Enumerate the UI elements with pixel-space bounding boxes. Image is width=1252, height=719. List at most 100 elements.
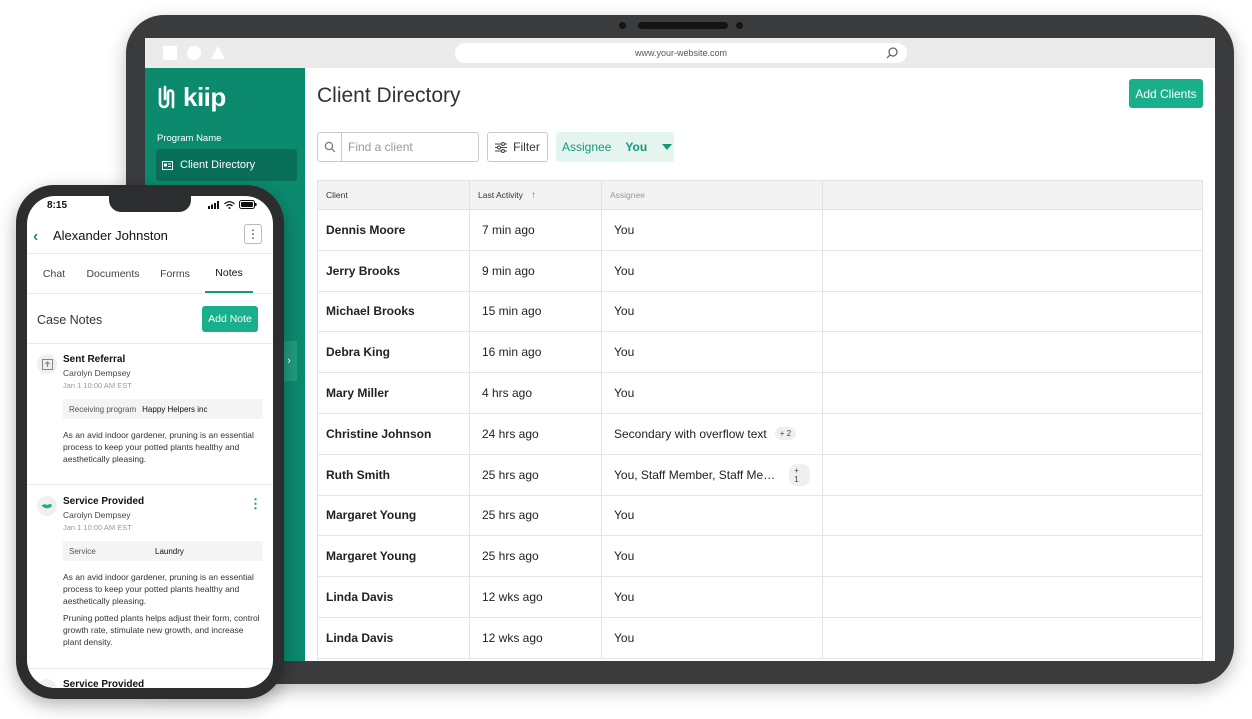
phone-tabs: Chat Documents Forms Notes (27, 254, 273, 294)
empty-cell (823, 455, 1202, 495)
phone-notch (109, 196, 191, 212)
overflow-count-badge[interactable]: + 2 (774, 427, 797, 441)
last-activity-cell: 12 wks ago (470, 617, 602, 658)
client-name-cell[interactable]: Linda Davis (318, 617, 470, 658)
table-row[interactable]: Margaret Young 25 hrs ago You (318, 536, 1202, 578)
empty-cell (823, 251, 1202, 291)
filter-button[interactable]: Filter (487, 132, 548, 162)
tab-chat[interactable]: Chat (27, 254, 81, 293)
note-title: Service Provided (63, 679, 145, 688)
column-header-last-activity[interactable]: Last Activity ↑ (470, 181, 602, 209)
tab-forms[interactable]: Forms (145, 254, 205, 293)
table-row[interactable]: Ruth Smith 25 hrs ago You, Staff Member, S… (318, 454, 1202, 496)
table-header: Client Last Activity ↑ Assignee (318, 181, 1202, 210)
referral-icon (37, 354, 57, 374)
tablet-camera (619, 22, 626, 29)
divider (27, 343, 273, 344)
assignee-text: You (614, 304, 635, 319)
case-notes-title: Case Notes (37, 313, 103, 327)
table-row[interactable]: Dennis Moore 7 min ago You (318, 210, 1202, 251)
last-activity-cell: 25 hrs ago (470, 495, 602, 536)
client-name-cell[interactable]: Margaret Young (318, 495, 470, 536)
tab-notes[interactable]: Notes (205, 254, 253, 293)
empty-cell (823, 577, 1202, 617)
column-header-label: Client (326, 190, 348, 200)
last-activity-cell: 16 min ago (470, 332, 602, 373)
filter-label: Filter (513, 140, 540, 154)
status-time: 8:15 (47, 200, 68, 211)
client-name-cell[interactable]: Christine Johnson (318, 413, 470, 454)
overflow-count-badge[interactable]: + 1 (789, 463, 810, 486)
table-row[interactable]: Debra King 16 min ago You (318, 332, 1202, 374)
browser-bar: www.your-website.com (145, 38, 1215, 68)
table-row[interactable]: Mary Miller 4 hrs ago You (318, 373, 1202, 414)
assignee-text: Secondary with overflow text (614, 426, 767, 441)
tablet-screen: www.your-website.com kiip Program Name C… (145, 38, 1215, 661)
more-options-button[interactable]: ⋮ (244, 224, 262, 244)
sidebar-item-label: Client Directory (180, 159, 256, 171)
note-body: As an avid indoor gardener, pruning is a… (63, 430, 254, 464)
client-name-cell[interactable]: Jerry Brooks (318, 250, 470, 291)
client-name-cell[interactable]: Mary Miller (318, 373, 470, 413)
client-name-cell[interactable]: Dennis Moore (318, 210, 470, 250)
empty-cell (823, 496, 1202, 536)
assignee-text: You (614, 508, 635, 523)
column-header-label: Assignee (610, 190, 645, 200)
note-more-options-icon[interactable]: ⋮ (249, 496, 262, 512)
client-name-cell[interactable]: Debra King (318, 332, 470, 373)
main-content: Client Directory Add Clients Find a clie… (305, 68, 1215, 661)
assignee-text: You, Staff Member, Staff Member (614, 467, 782, 482)
assignee-value: You (625, 140, 648, 154)
client-name-cell[interactable]: Michael Brooks (318, 291, 470, 332)
assignee-text: You (614, 630, 635, 645)
tab-documents[interactable]: Documents (81, 254, 145, 293)
table-row[interactable]: Michael Brooks 15 min ago You (318, 291, 1202, 333)
page-title: Client Directory (317, 84, 461, 107)
tablet-device: www.your-website.com kiip Program Name C… (126, 15, 1234, 684)
table-row[interactable]: Christine Johnson 24 hrs ago Secondary wit… (318, 413, 1202, 455)
window-triangle-icon[interactable] (211, 46, 225, 59)
client-name-cell[interactable]: Ruth Smith (318, 454, 470, 495)
assignee-cell: You, Staff Member, Staff Member + 1 (602, 454, 823, 495)
client-name-cell[interactable]: Linda Davis (318, 577, 470, 617)
note-date: Jan 1 10:00 AM EST (63, 381, 132, 390)
table-row[interactable]: Linda Davis 12 wks ago You (318, 577, 1202, 618)
chevron-left-icon[interactable]: ‹ (33, 228, 38, 246)
column-header-client[interactable]: Client (318, 181, 470, 209)
table-row[interactable]: Jerry Brooks 9 min ago You (318, 250, 1202, 292)
last-activity-cell: 7 min ago (470, 210, 602, 250)
note-field-value: Happy Helpers inc (142, 404, 208, 414)
note-title: Service Provided (63, 496, 145, 507)
empty-cell (823, 292, 1202, 332)
note-author: Carolyn Dempsey (63, 368, 131, 378)
phone-header: ‹ Alexander Johnston ⋮ (27, 220, 273, 254)
column-header-label: Last Activity (478, 190, 523, 200)
window-square-icon[interactable] (163, 46, 177, 60)
url-text: www.your-website.com (634, 48, 728, 58)
column-header-assignee[interactable]: Assignee (602, 181, 823, 209)
note-field: Service Laundry (63, 541, 263, 561)
add-note-button[interactable]: Add Note (202, 306, 258, 332)
assignee-dropdown[interactable]: Assignee You (556, 132, 674, 162)
table-row[interactable]: Margaret Young 25 hrs ago You (318, 495, 1202, 537)
sliders-icon (495, 141, 508, 153)
last-activity-cell: 9 min ago (470, 250, 602, 291)
add-clients-button[interactable]: Add Clients (1129, 79, 1203, 108)
sidebar-item-client-directory[interactable]: Client Directory (156, 149, 297, 181)
search-icon[interactable] (885, 46, 899, 60)
window-circle-icon[interactable] (187, 46, 201, 60)
sort-ascending-icon: ↑ (530, 189, 536, 201)
url-bar[interactable]: www.your-website.com (455, 43, 907, 63)
assignee-cell: Secondary with overflow text + 2 (602, 413, 823, 454)
search-input[interactable]: Find a client (317, 132, 479, 162)
last-activity-cell: 4 hrs ago (470, 373, 602, 413)
empty-cell (823, 332, 1202, 372)
note-field-label: Receiving program (69, 404, 137, 414)
tablet-speaker (638, 22, 728, 29)
table-row[interactable]: Linda Davis 12 wks ago You (318, 617, 1202, 659)
last-activity-cell: 25 hrs ago (470, 536, 602, 577)
client-name-cell[interactable]: Margaret Young (318, 536, 470, 577)
note-field-label: Service (69, 546, 96, 556)
assignee-cell: You (602, 210, 823, 250)
note-author: Carolyn Dempsey (63, 510, 131, 520)
